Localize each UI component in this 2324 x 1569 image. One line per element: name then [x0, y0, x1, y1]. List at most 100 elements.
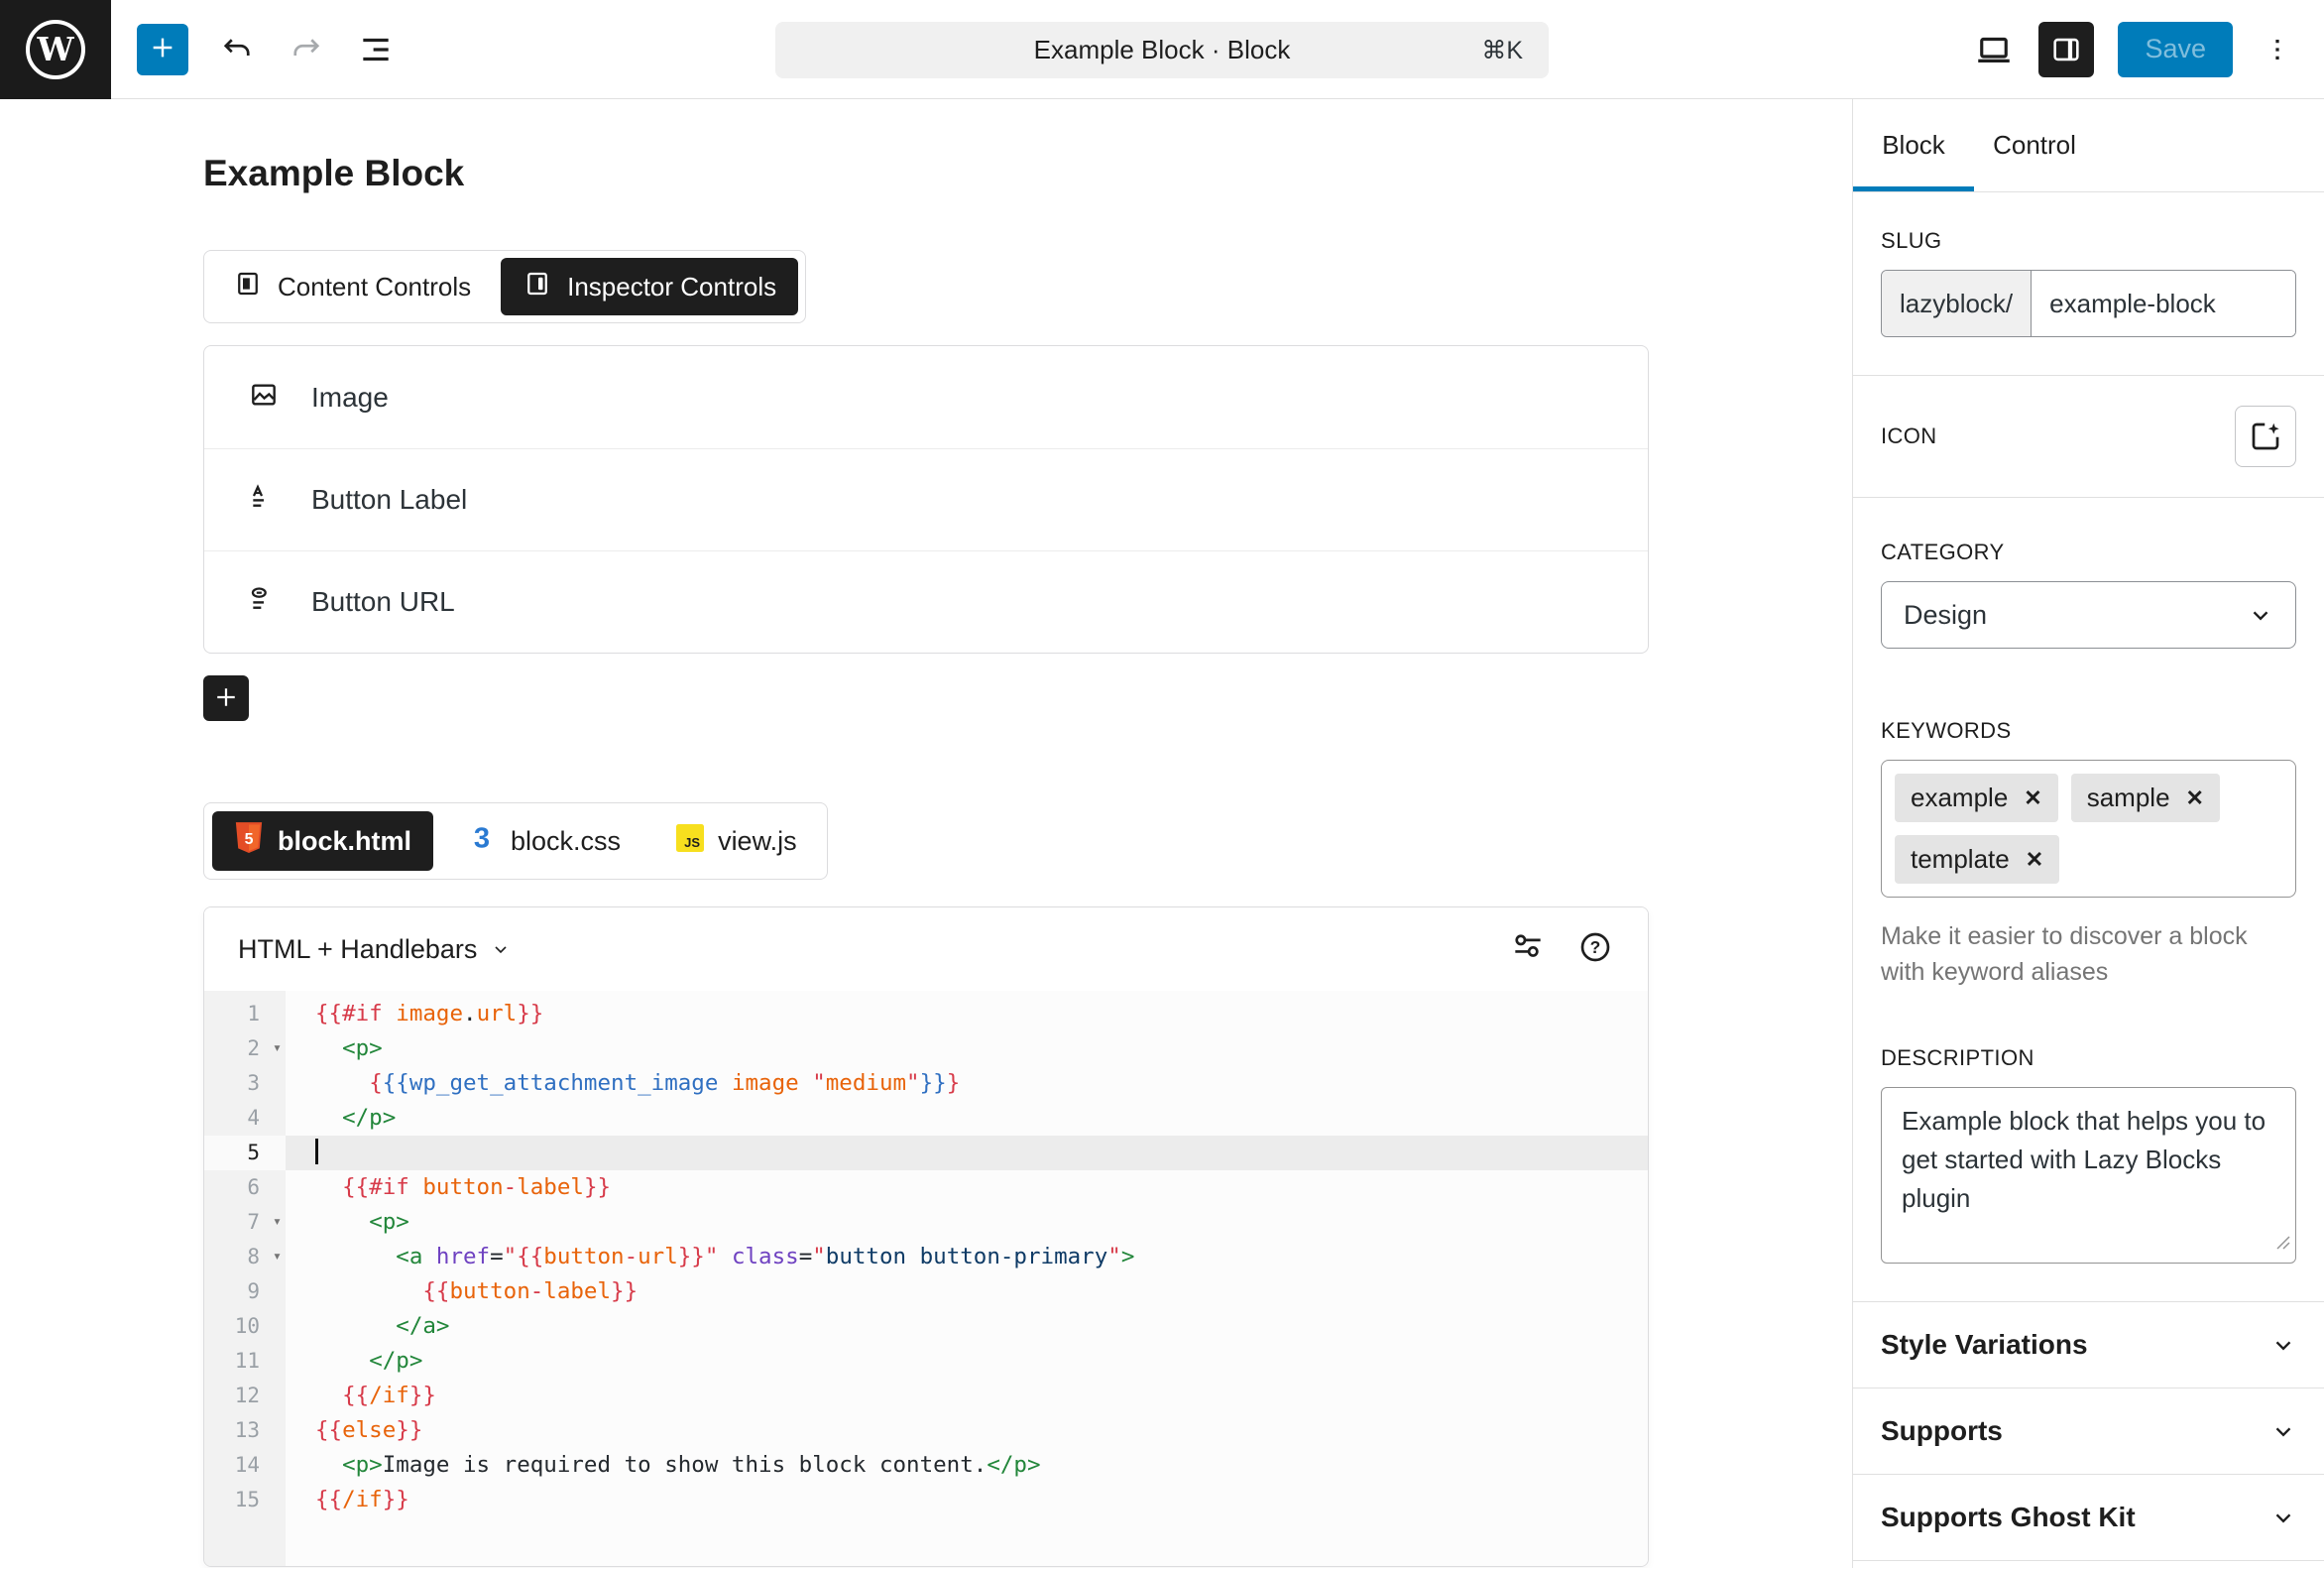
- code-line[interactable]: 7▾ <p>: [204, 1205, 1648, 1240]
- code-editor-header: HTML + Handlebars ?: [204, 907, 1648, 991]
- icon-section: ICON: [1853, 375, 2324, 497]
- code-line[interactable]: 4 </p>: [204, 1101, 1648, 1136]
- category-select[interactable]: Design: [1881, 581, 2296, 649]
- slug-label: SLUG: [1881, 228, 2296, 254]
- line-number: 12: [204, 1379, 286, 1413]
- keyword-tag: sample ✕: [2071, 774, 2220, 822]
- icon-picker-button[interactable]: [2235, 406, 2296, 467]
- svg-text:3: 3: [474, 822, 490, 854]
- keywords-label: KEYWORDS: [1881, 718, 2296, 744]
- description-textarea[interactable]: Example block that helps you to get star…: [1881, 1087, 2296, 1264]
- settings-sidebar-toggle[interactable]: [2038, 22, 2094, 77]
- line-number: 1: [204, 997, 286, 1031]
- code-line[interactable]: 14 <p>Image is required to show this blo…: [204, 1448, 1648, 1483]
- control-row-button-url[interactable]: Button URL: [204, 550, 1648, 653]
- panel-title: Style Variations: [1881, 1329, 2088, 1361]
- svg-text:5: 5: [245, 831, 254, 848]
- code-line[interactable]: 11 </p>: [204, 1344, 1648, 1379]
- code-line[interactable]: 1{{#if image.url}}: [204, 997, 1648, 1031]
- chevron-down-icon: [2270, 1332, 2296, 1358]
- panel-supports-ghost-kit[interactable]: Supports Ghost Kit: [1853, 1475, 2324, 1561]
- panel-title: Supports Ghost Kit: [1881, 1502, 2136, 1533]
- keyword-label: template: [1911, 844, 2010, 875]
- syntax-mode-label: HTML + Handlebars: [238, 934, 477, 965]
- editor-help-button[interactable]: ?: [1576, 928, 1614, 971]
- sidebar-tab-block[interactable]: Block: [1853, 99, 1974, 191]
- keywords-section: KEYWORDS example✕sample✕template✕ Make i…: [1853, 690, 2324, 990]
- tab-content-controls[interactable]: Content Controls: [211, 258, 493, 315]
- code-line[interactable]: 10 </a>: [204, 1309, 1648, 1344]
- panel-condition[interactable]: Condition: [1853, 1561, 2324, 1569]
- tab-view-js[interactable]: JS view.js: [654, 811, 819, 871]
- tab-inspector-controls[interactable]: Inspector Controls: [501, 258, 798, 315]
- code-line[interactable]: 6 {{#if button-label}}: [204, 1170, 1648, 1205]
- keyword-label: sample: [2087, 783, 2170, 813]
- preview-button[interactable]: [1973, 29, 2015, 70]
- remove-keyword-icon[interactable]: ✕: [2024, 785, 2041, 811]
- chevron-down-icon: [491, 939, 511, 959]
- block-card-icon: [233, 269, 263, 305]
- slug-input-group: lazyblock/: [1881, 270, 2296, 337]
- laptop-icon: [1973, 29, 2015, 70]
- code-line[interactable]: 3 {{{wp_get_attachment_image image "medi…: [204, 1066, 1648, 1101]
- syntax-mode-select[interactable]: HTML + Handlebars: [238, 934, 511, 965]
- chevron-down-icon: [2270, 1505, 2296, 1530]
- tab-block-css[interactable]: 3 block.css: [445, 811, 642, 871]
- add-block-button[interactable]: [137, 24, 188, 75]
- undo-icon: [219, 32, 255, 67]
- line-number: 6: [204, 1170, 286, 1205]
- code-editor-textarea[interactable]: 1{{#if image.url}}2▾ <p>3 {{{wp_get_atta…: [204, 991, 1648, 1567]
- block-title[interactable]: Example Block: [203, 153, 1649, 194]
- slug-prefix: lazyblock/: [1882, 271, 2032, 336]
- control-label: Image: [311, 382, 389, 414]
- fold-arrow-icon[interactable]: ▾: [273, 1239, 282, 1273]
- slug-section: SLUG lazyblock/: [1853, 192, 2324, 375]
- add-control-button[interactable]: [203, 675, 249, 721]
- line-number: 7▾: [204, 1205, 286, 1240]
- code-line[interactable]: 12 {{/if}}: [204, 1379, 1648, 1413]
- code-line[interactable]: 13{{else}}: [204, 1413, 1648, 1448]
- link-icon: [248, 584, 280, 621]
- options-menu-button[interactable]: [2257, 29, 2298, 70]
- chevron-down-icon: [2270, 1418, 2296, 1444]
- keywords-box[interactable]: example ✕ sample ✕ template ✕: [1881, 760, 2296, 898]
- file-tab-label: view.js: [718, 826, 797, 857]
- sidebar-tab-control[interactable]: Control: [1974, 99, 2095, 191]
- code-line[interactable]: 9 {{button-label}}: [204, 1274, 1648, 1309]
- fold-arrow-icon[interactable]: ▾: [273, 1030, 282, 1065]
- command-palette[interactable]: Example Block · Block ⌘K: [775, 22, 1549, 78]
- image-icon: [248, 379, 280, 416]
- code-line[interactable]: 15{{/if}}: [204, 1483, 1648, 1517]
- tab-label: Inspector Controls: [567, 272, 776, 302]
- undo-button[interactable]: [216, 29, 258, 70]
- keyword-label: example: [1911, 783, 2008, 813]
- save-button[interactable]: Save: [2118, 22, 2233, 77]
- tab-block-html[interactable]: 5 block.html: [212, 811, 433, 871]
- line-number: 9: [204, 1274, 286, 1309]
- editor-page: W Example Block · Block ⌘K: [0, 0, 2324, 1569]
- panel-supports[interactable]: Supports: [1853, 1388, 2324, 1475]
- line-number: 5: [204, 1136, 286, 1170]
- chevron-down-icon: [2248, 602, 2273, 628]
- tab-label: Content Controls: [278, 272, 471, 302]
- control-label: Button URL: [311, 586, 455, 618]
- slug-input[interactable]: [2032, 271, 2295, 336]
- wordpress-logo-button[interactable]: W: [0, 0, 111, 99]
- remove-keyword-icon[interactable]: ✕: [2026, 847, 2043, 873]
- controls-placement-tabs: Content Controls Inspector Controls: [203, 250, 806, 323]
- remove-keyword-icon[interactable]: ✕: [2186, 785, 2204, 811]
- document-overview-button[interactable]: [355, 29, 397, 70]
- control-label: Button Label: [311, 484, 467, 516]
- code-line[interactable]: 5: [204, 1136, 1648, 1170]
- code-line[interactable]: 2▾ <p>: [204, 1031, 1648, 1066]
- code-line[interactable]: 8▾ <a href="{{button-url}}" class="butto…: [204, 1240, 1648, 1274]
- line-number: 4: [204, 1101, 286, 1136]
- icon-sparkle-box-icon: [2248, 419, 2283, 454]
- redo-button[interactable]: [286, 29, 327, 70]
- save-label: Save: [2145, 34, 2206, 64]
- control-row-image[interactable]: Image: [204, 346, 1648, 448]
- panel-style-variations[interactable]: Style Variations: [1853, 1302, 2324, 1388]
- control-row-button-label[interactable]: Button Label: [204, 448, 1648, 550]
- fold-arrow-icon[interactable]: ▾: [273, 1204, 282, 1239]
- editor-settings-button[interactable]: [1509, 928, 1547, 971]
